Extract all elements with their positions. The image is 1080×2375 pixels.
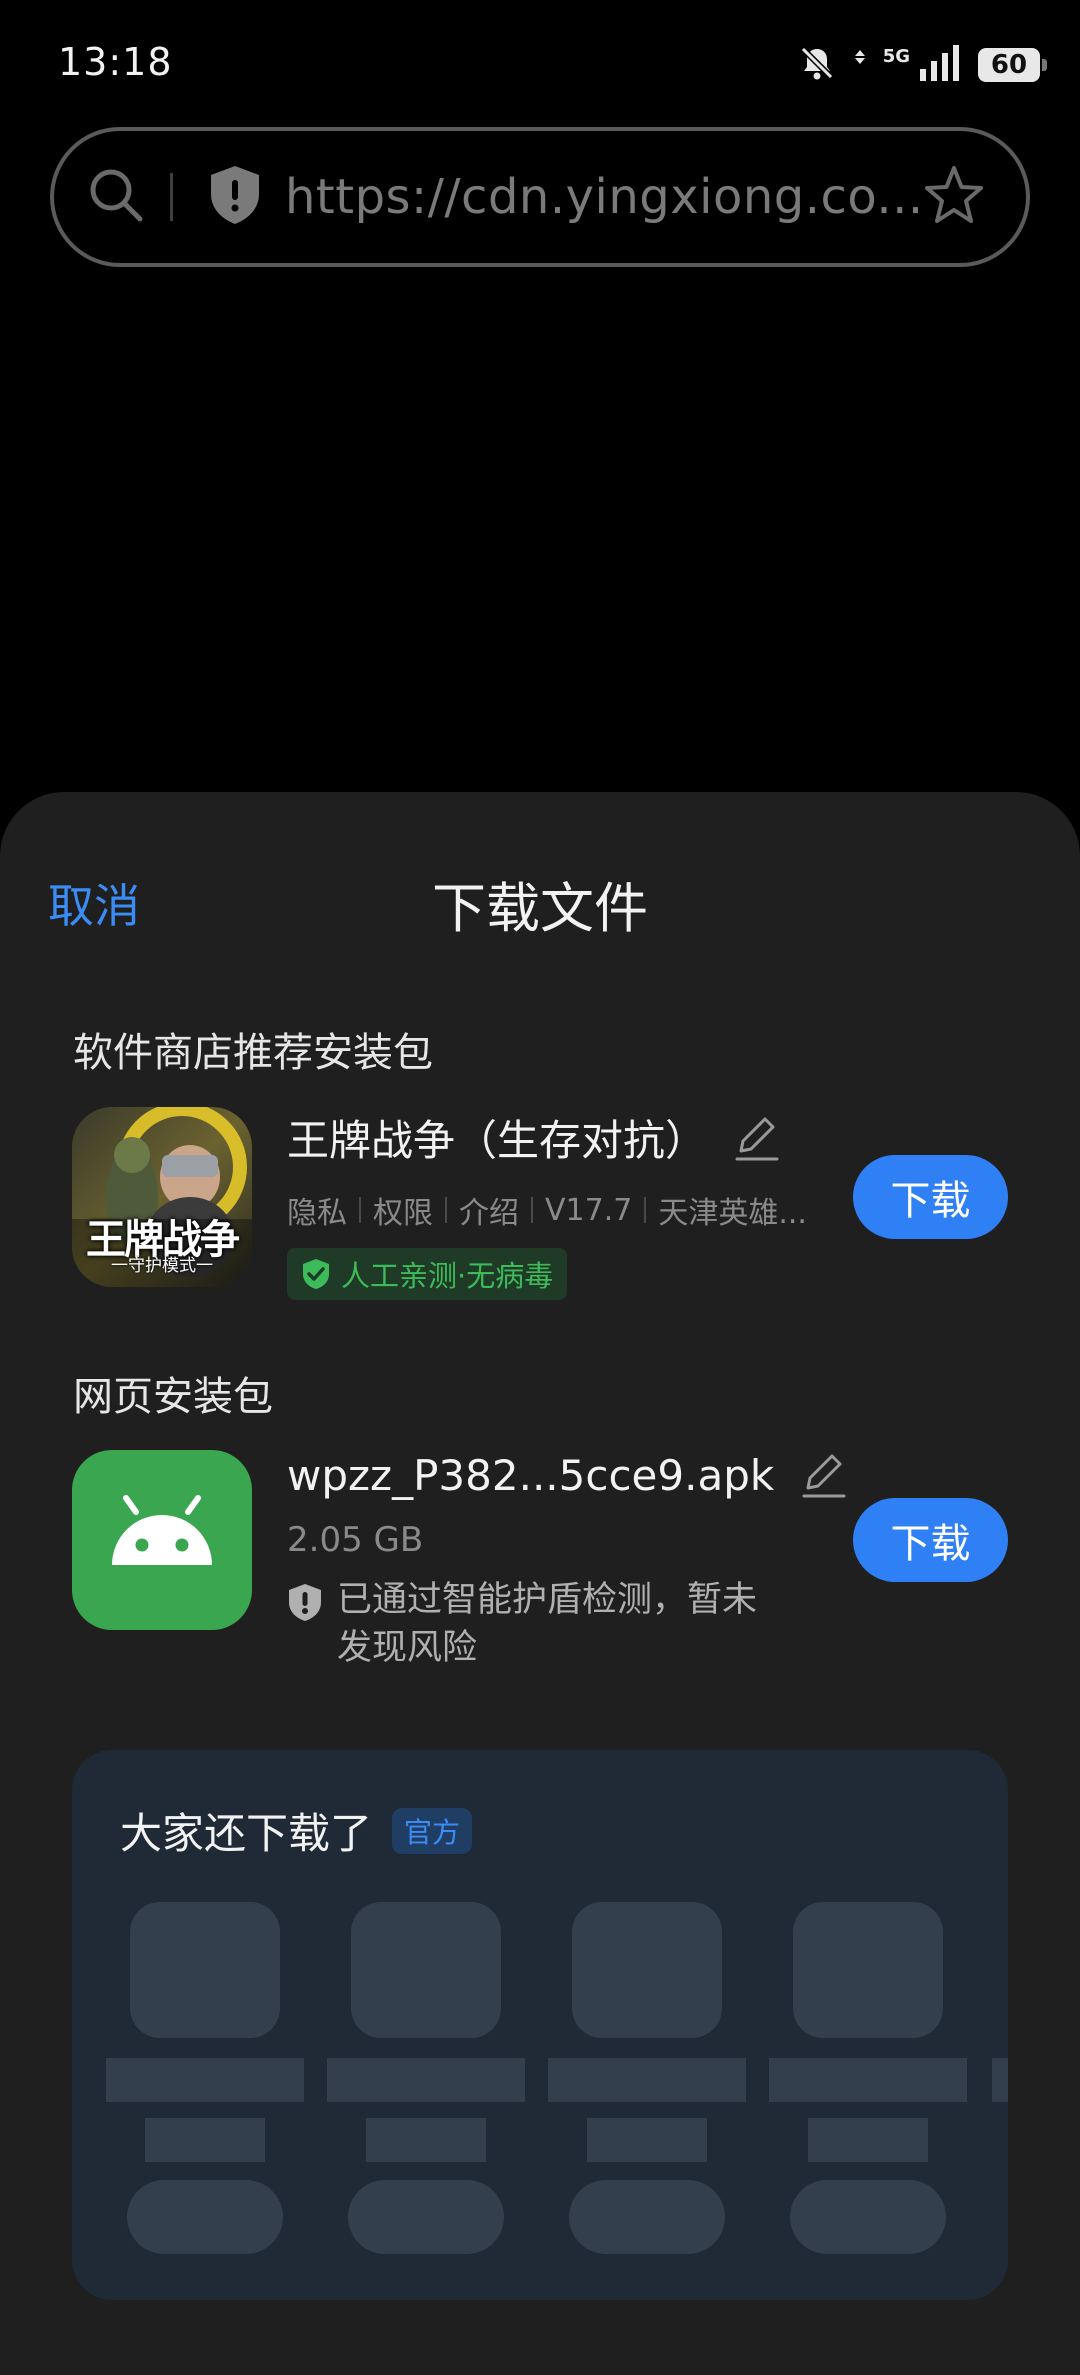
- placeholder-app-name: [106, 2058, 304, 2102]
- apk-file-name: wpzz_P382...5cce9.apk: [287, 1450, 775, 1500]
- data-arrows-icon: [853, 48, 867, 82]
- store-app-row: 王牌战争 一守护模式一 王牌战争（生存对抗） 隐私 权限 介绍 V17.7 天津…: [72, 1107, 1008, 1300]
- intro-link[interactable]: 介绍: [459, 1188, 519, 1232]
- placeholder-button: [127, 2180, 283, 2254]
- star-icon[interactable]: [922, 163, 986, 231]
- url-text[interactable]: https://cdn.yingxiong.co...: [285, 169, 922, 225]
- official-badge: 官方: [392, 1807, 473, 1854]
- edit-icon[interactable]: [733, 1113, 781, 1163]
- scan-result-text: 已通过智能护盾检测，暂未 发现风险: [337, 1576, 757, 1672]
- placeholder-button: [569, 2180, 725, 2254]
- store-download-button[interactable]: 下载: [853, 1155, 1008, 1239]
- status-icons: 5G 60: [797, 40, 1047, 90]
- game-app-icon: 王牌战争 一守护模式一: [72, 1107, 252, 1287]
- placeholder-app-icon: [572, 1902, 722, 2038]
- status-time: 13:18: [58, 40, 173, 84]
- placeholder-app-icon: [793, 1902, 943, 2038]
- placeholder-app-name: [992, 2058, 1008, 2102]
- placeholder-app-meta: [808, 2118, 928, 2162]
- placeholder-app-meta: [145, 2118, 265, 2162]
- search-icon[interactable]: [84, 163, 148, 231]
- placeholder-app-name: [327, 2058, 525, 2102]
- meta-separator: [359, 1197, 361, 1223]
- placeholder-app-icon: [351, 1902, 501, 2038]
- android-app-icon: [72, 1450, 252, 1630]
- privacy-link[interactable]: 隐私: [287, 1188, 347, 1232]
- safe-badge-text: 人工亲测·无病毒: [341, 1259, 554, 1293]
- developer-label: 天津英雄...: [658, 1196, 807, 1231]
- android-icon: [112, 1495, 212, 1565]
- placeholder-app-name: [548, 2058, 746, 2102]
- battery-icon: 60: [978, 48, 1047, 82]
- recommend-title-row: 大家还下载了 官方: [120, 1800, 473, 1861]
- meta-separator: [644, 1197, 647, 1223]
- web-app-name-row: wpzz_P382...5cce9.apk: [287, 1450, 847, 1500]
- download-sheet: 取消 下载文件 软件商店推荐安装包 王牌战争 一守护模式一 王牌战争（生存对抗）…: [0, 792, 1080, 2375]
- version-label: V17.7: [545, 1192, 633, 1228]
- recommend-title: 大家还下载了: [120, 1809, 373, 1858]
- web-app-info: wpzz_P382...5cce9.apk 2.05 GB 已通过智能护盾检测，…: [287, 1450, 847, 1672]
- web-app-row: wpzz_P382...5cce9.apk 2.05 GB 已通过智能护盾检测，…: [72, 1450, 1008, 1668]
- shield-check-icon: [303, 1259, 329, 1289]
- recommend-card: 大家还下载了 官方: [72, 1750, 1008, 2300]
- placeholder-button: [348, 2180, 504, 2254]
- scan-result-line2: 发现风险: [337, 1628, 478, 1668]
- url-bar[interactable]: https://cdn.yingxiong.co...: [50, 127, 1030, 267]
- placeholder-app-name: [769, 2058, 967, 2102]
- web-section-title: 网页安装包: [73, 1374, 273, 1420]
- safe-badge: 人工亲测·无病毒: [287, 1248, 568, 1300]
- sheet-header: 取消 下载文件: [0, 852, 1080, 952]
- placeholder-app-meta: [366, 2118, 486, 2162]
- status-bar: 13:18 5G 60: [0, 0, 1080, 120]
- apk-file-size: 2.05 GB: [287, 1520, 424, 1560]
- bell-muted-icon: [797, 43, 837, 87]
- meta-separator: [445, 1197, 447, 1223]
- shield-icon[interactable]: [207, 164, 263, 230]
- network-type: 5G: [882, 46, 910, 67]
- store-app-name: 王牌战争（生存对抗）: [287, 1116, 708, 1165]
- game-icon-subtitle: 一守护模式一: [111, 1256, 213, 1276]
- sheet-title: 下载文件: [432, 877, 648, 940]
- placeholder-app-meta: [587, 2118, 707, 2162]
- scan-result: 已通过智能护盾检测，暂未 发现风险: [287, 1576, 847, 1672]
- store-app-info: 王牌战争（生存对抗） 隐私 权限 介绍 V17.7 天津英雄... 人工亲测·无…: [287, 1107, 847, 1300]
- screen: 13:18 5G 60 https://cdn.yingxiong.co... …: [0, 0, 1080, 2375]
- meta-separator: [531, 1197, 533, 1223]
- store-section-title: 软件商店推荐安装包: [73, 1030, 433, 1076]
- web-download-button[interactable]: 下载: [853, 1498, 1008, 1582]
- placeholder-button: [790, 2180, 946, 2254]
- url-divider: [170, 173, 173, 221]
- permissions-link[interactable]: 权限: [373, 1188, 433, 1232]
- store-app-meta: 隐私 权限 介绍 V17.7 天津英雄...: [287, 1188, 847, 1232]
- scan-result-line1: 已通过智能护盾检测，暂未: [337, 1580, 758, 1620]
- edit-icon[interactable]: [800, 1450, 848, 1500]
- store-app-name-row: 王牌战争（生存对抗）: [287, 1107, 847, 1168]
- signal-icon: [918, 43, 962, 87]
- shield-alert-icon: [289, 1584, 321, 1621]
- placeholder-app-icon: [130, 1902, 280, 2038]
